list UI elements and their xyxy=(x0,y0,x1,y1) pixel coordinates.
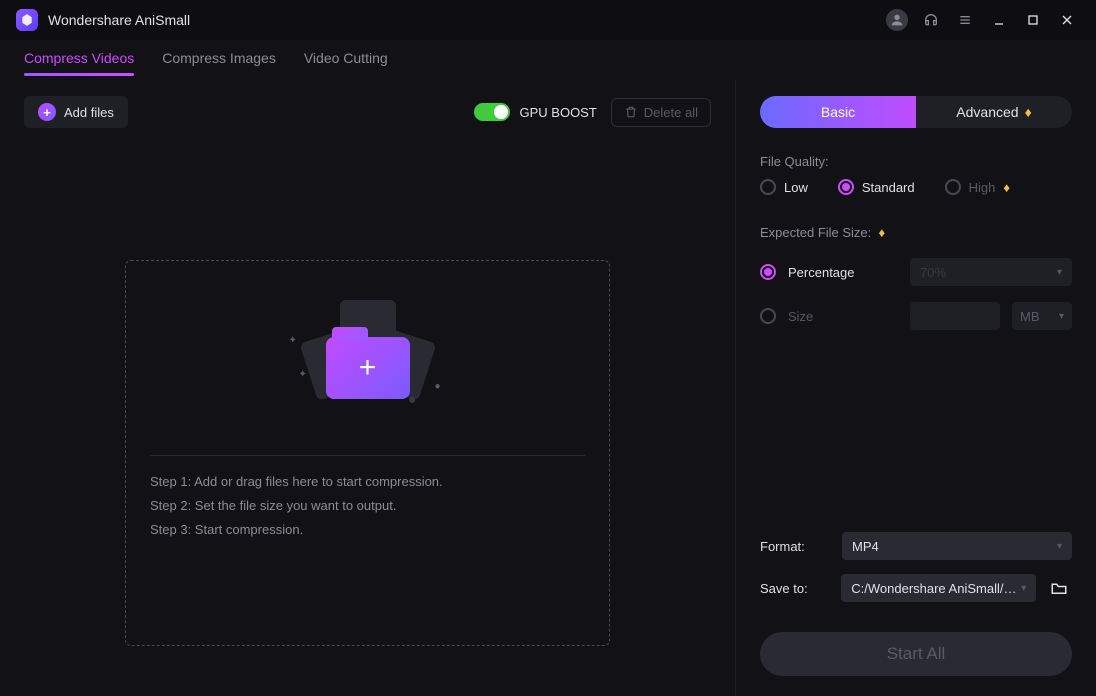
size-input[interactable] xyxy=(910,302,1000,330)
right-panel: Basic Advanced ♦ File Quality: Low Stand… xyxy=(736,80,1096,696)
dropzone-step2: Step 2: Set the file size you want to ou… xyxy=(150,494,396,518)
main-tabs: Compress Videos Compress Images Video Cu… xyxy=(0,40,1096,77)
add-folder-icon: + xyxy=(326,337,410,399)
avatar-icon xyxy=(886,9,908,31)
save-to-label: Save to: xyxy=(760,581,831,596)
delete-all-button[interactable]: Delete all xyxy=(611,98,711,127)
quality-low-radio[interactable]: Low xyxy=(760,179,808,195)
browse-folder-button[interactable] xyxy=(1046,575,1072,601)
mode-switch: Basic Advanced ♦ xyxy=(760,96,1072,128)
delete-all-label: Delete all xyxy=(644,105,698,120)
expected-size-radio[interactable] xyxy=(760,308,776,324)
gpu-boost-toggle[interactable] xyxy=(474,103,510,121)
plus-icon: + xyxy=(38,103,56,121)
minimize-icon xyxy=(991,12,1007,28)
tab-compress-videos[interactable]: Compress Videos xyxy=(24,50,134,76)
minimize-button[interactable] xyxy=(982,2,1016,38)
gpu-boost-label: GPU BOOST xyxy=(520,105,597,120)
format-label: Format: xyxy=(760,539,832,554)
expected-size-label: Expected File Size: ♦ xyxy=(760,225,1072,240)
headset-icon xyxy=(923,12,939,28)
trash-icon xyxy=(624,105,638,119)
titlebar: Wondershare AniSmall xyxy=(0,0,1096,40)
expected-percentage-label: Percentage xyxy=(788,265,898,280)
dropzone-step1: Step 1: Add or drag files here to start … xyxy=(150,470,443,494)
support-button[interactable] xyxy=(914,2,948,38)
start-all-button[interactable]: Start All xyxy=(760,632,1072,676)
diamond-icon: ♦ xyxy=(1025,104,1032,120)
chevron-down-icon: ▾ xyxy=(1057,541,1062,552)
app-name: Wondershare AniSmall xyxy=(48,12,190,28)
chevron-down-icon: ▾ xyxy=(1059,311,1064,322)
expected-size-label-text: Size xyxy=(788,309,898,324)
app-logo xyxy=(16,9,38,31)
maximize-icon xyxy=(1025,12,1041,28)
add-files-button[interactable]: + Add files xyxy=(24,96,128,128)
quality-high-radio[interactable]: High ♦ xyxy=(945,179,1010,195)
add-files-label: Add files xyxy=(64,105,114,120)
size-unit-select[interactable]: MB ▾ xyxy=(1012,302,1072,330)
file-quality-label: File Quality: xyxy=(760,154,1072,169)
folder-icon xyxy=(1050,579,1068,597)
tab-video-cutting[interactable]: Video Cutting xyxy=(304,50,388,76)
percentage-select[interactable]: 70% ▾ xyxy=(910,258,1072,286)
chevron-down-icon: ▾ xyxy=(1021,583,1026,594)
format-select[interactable]: MP4 ▾ xyxy=(842,532,1072,560)
diamond-icon: ♦ xyxy=(1003,180,1010,195)
close-button[interactable] xyxy=(1050,2,1084,38)
quality-standard-radio[interactable]: Standard xyxy=(838,179,915,195)
maximize-button[interactable] xyxy=(1016,2,1050,38)
chevron-down-icon: ▾ xyxy=(1057,267,1062,278)
expected-percentage-radio[interactable] xyxy=(760,264,776,280)
account-button[interactable] xyxy=(880,2,914,38)
tab-compress-images[interactable]: Compress Images xyxy=(162,50,276,76)
left-panel: + Add files GPU BOOST Delete all ✦✦ ●● xyxy=(0,80,736,696)
close-icon xyxy=(1059,12,1075,28)
save-to-select[interactable]: C:/Wondershare AniSmall/Com ▾ xyxy=(841,574,1036,602)
dropzone-illustration: ✦✦ ●● + xyxy=(293,291,443,411)
diamond-icon: ♦ xyxy=(879,225,886,240)
file-quality-radiogroup: Low Standard High ♦ xyxy=(760,179,1072,195)
menu-icon xyxy=(957,12,973,28)
mode-advanced-button[interactable]: Advanced ♦ xyxy=(916,96,1072,128)
mode-basic-button[interactable]: Basic xyxy=(760,96,916,128)
left-toolbar: + Add files GPU BOOST Delete all xyxy=(24,96,711,128)
dropzone-step3: Step 3: Start compression. xyxy=(150,518,303,542)
dropzone[interactable]: ✦✦ ●● + Step 1: Add or drag files here t… xyxy=(125,260,610,646)
menu-button[interactable] xyxy=(948,2,982,38)
